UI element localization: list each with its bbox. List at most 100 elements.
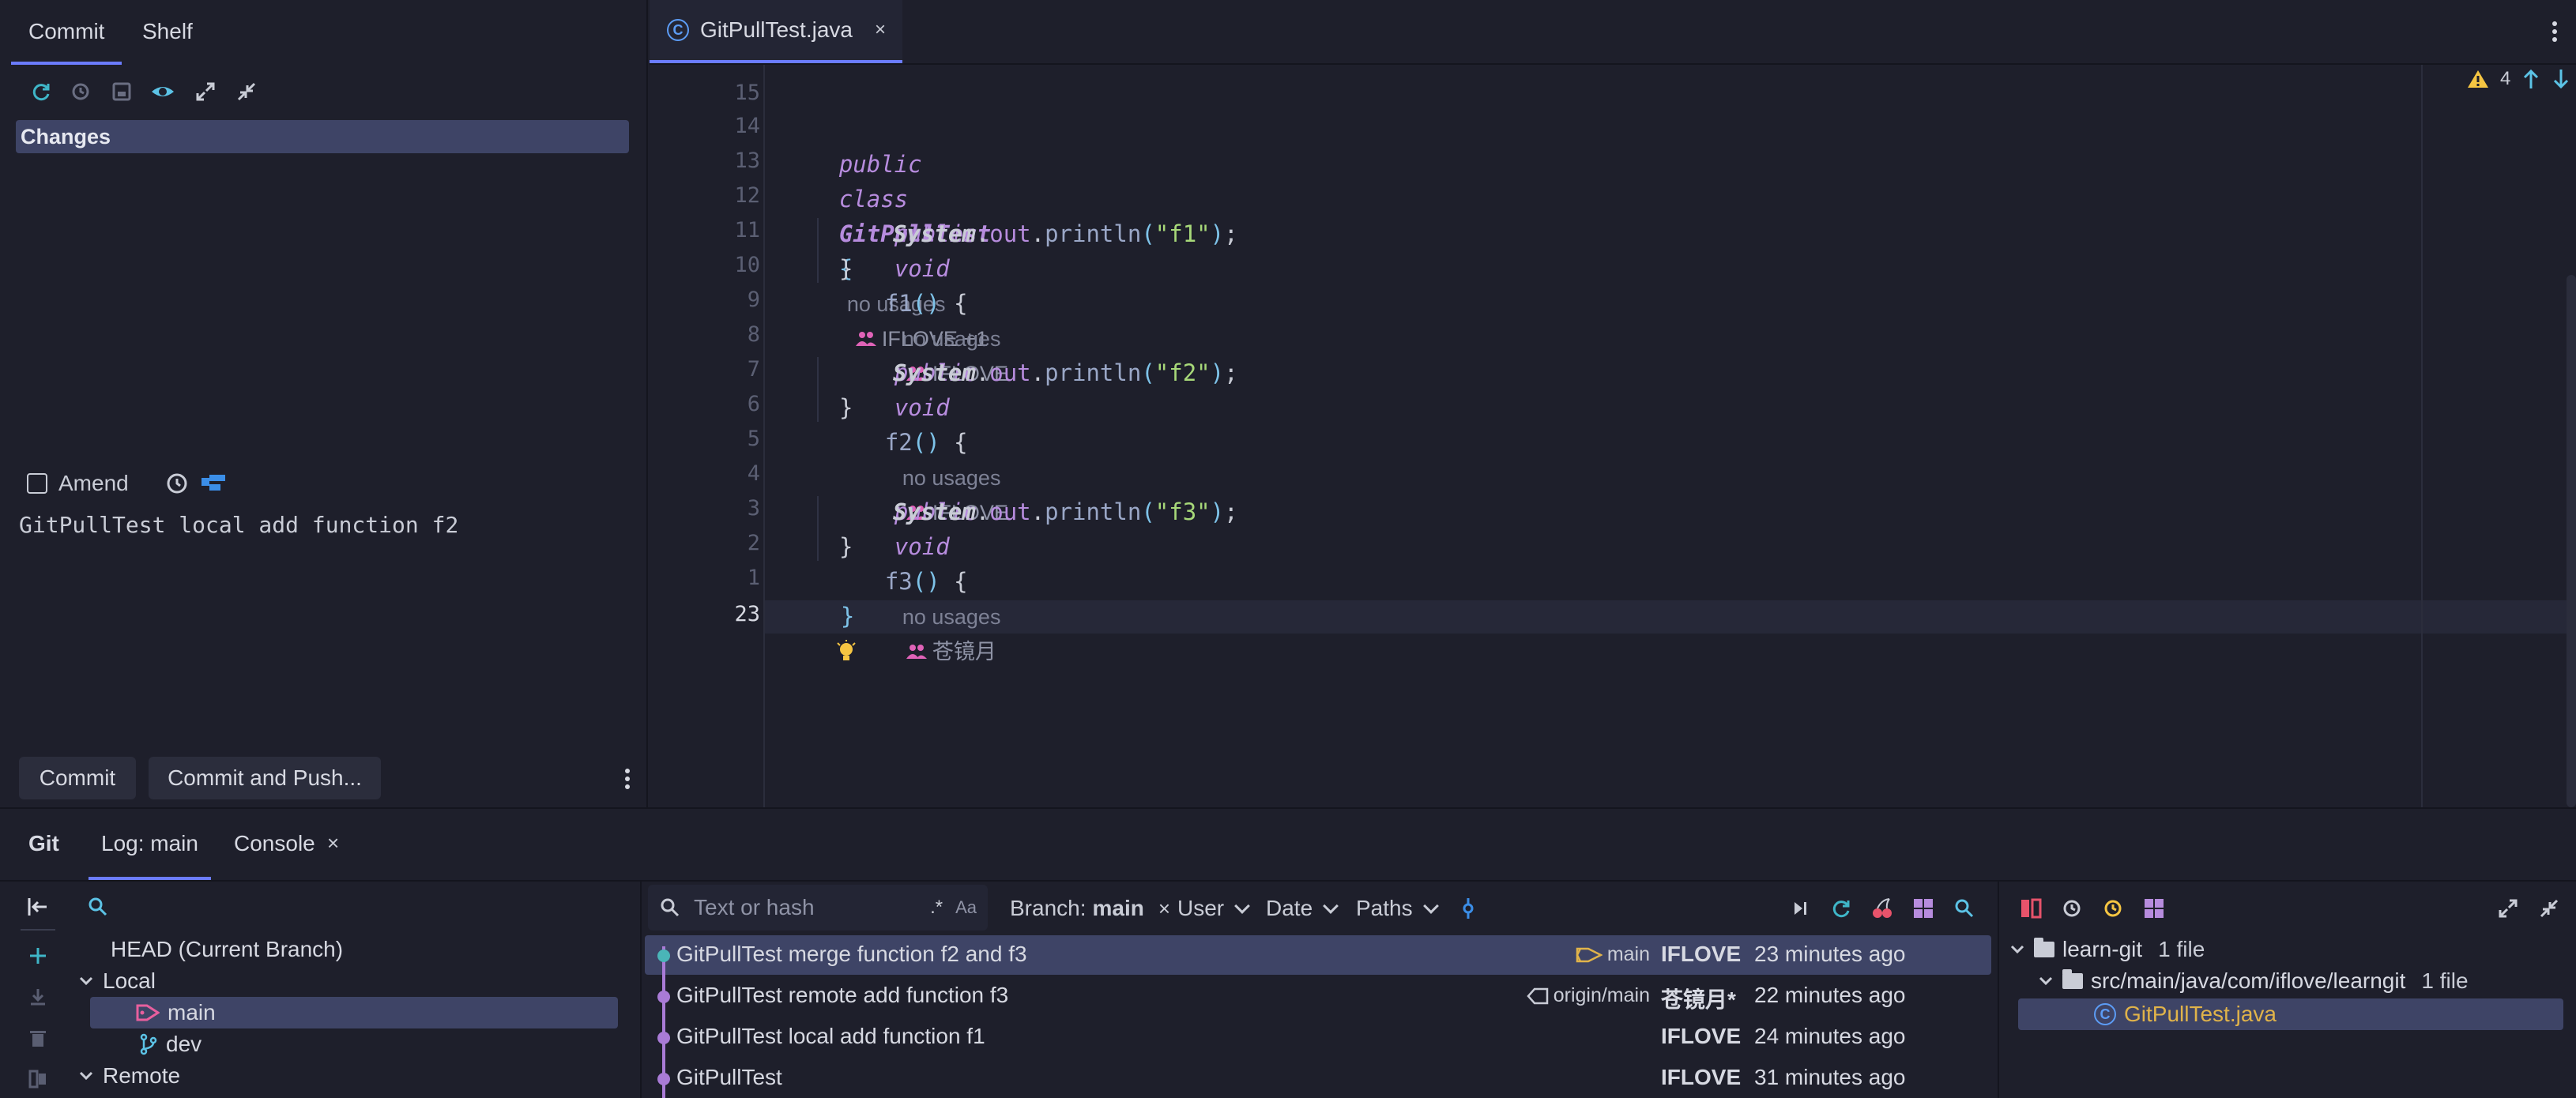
commit-author: 苍镜月* (1661, 987, 1736, 1012)
commit-row[interactable]: GitPullTest remote add function f3 origi… (645, 976, 1991, 1016)
line-number: 15 (734, 81, 760, 105)
tree-label: GitPullTest.java (2124, 1002, 2277, 1026)
more-options-icon[interactable] (613, 763, 642, 795)
cherry-pick-icon[interactable] (1868, 894, 1896, 923)
compare-icon[interactable] (24, 1065, 52, 1093)
commit-options-icon[interactable] (200, 472, 227, 495)
update-icon[interactable] (24, 983, 52, 1011)
amend-label[interactable]: Amend (58, 471, 129, 496)
shelve-icon[interactable] (106, 76, 137, 107)
commit-row[interactable]: GitPullTest local add function f1 IFLOVE… (645, 1017, 1991, 1057)
branch-search-input[interactable] (87, 891, 632, 923)
branch-filter[interactable]: Branch: main × (1010, 891, 1170, 926)
history-icon[interactable] (165, 472, 189, 495)
changes-node[interactable]: Changes (16, 120, 629, 153)
search-placeholder: Text or hash (694, 895, 815, 919)
branch-group-local[interactable]: Local (77, 965, 156, 997)
collapse-icon[interactable] (2535, 894, 2563, 923)
author-hint[interactable]: 苍镜月 (906, 634, 996, 669)
git-tool-title: Git (28, 831, 59, 855)
tab-console[interactable]: Console (221, 809, 328, 878)
group-by-icon[interactable] (2140, 894, 2168, 923)
expand-icon[interactable] (2494, 894, 2522, 923)
eye-icon[interactable] (147, 76, 179, 107)
code-line-brace[interactable]: } (765, 390, 853, 425)
code-line-brace[interactable]: } (765, 251, 853, 286)
branch-main[interactable]: main (90, 997, 618, 1028)
chevron-down-icon (1234, 898, 1251, 914)
add-branch-icon[interactable] (24, 942, 52, 970)
close-icon[interactable]: × (327, 831, 339, 855)
branch-group-remote[interactable]: Remote (77, 1060, 180, 1092)
commit-button[interactable]: Commit (19, 757, 136, 799)
code-line-f2-decl[interactable]: public void f2() { no usages IFLOVE (765, 321, 1008, 525)
search-icon[interactable] (1950, 894, 1979, 923)
log-search-input[interactable]: Text or hash .* Aa (648, 885, 988, 931)
regex-icon[interactable]: .* (930, 897, 943, 919)
clear-filter-icon[interactable]: × (1158, 891, 1170, 926)
line-number: 3 (747, 496, 760, 521)
branch-group-label: Local (103, 968, 156, 993)
close-icon[interactable]: × (875, 19, 886, 41)
commit-and-push-button[interactable]: Commit and Push... (149, 757, 381, 799)
line-number-current: 23 (734, 602, 760, 626)
collapse-icon[interactable] (231, 76, 262, 107)
tab-log-main[interactable]: Log: main (89, 809, 211, 880)
lightbulb-icon[interactable] (836, 640, 857, 665)
changes-root[interactable]: learn-git 1 file (2009, 934, 2205, 965)
editor-tab-gitpulltest[interactable]: C GitPullTest.java × (650, 0, 902, 63)
changes-folder[interactable]: src/main/java/com/iflove/learngit 1 file (2037, 965, 2469, 997)
collapse-panel-icon[interactable] (24, 893, 52, 921)
code-line-brace[interactable]: } (765, 529, 853, 564)
file-count: 1 file (2421, 968, 2469, 993)
match-case-icon[interactable]: Aa (955, 897, 977, 918)
commit-row[interactable]: GitPullTest IFLOVE 31 minutes ago (645, 1059, 1991, 1098)
arrow-down-icon[interactable] (2552, 68, 2570, 90)
tab-commit[interactable]: Commit (11, 0, 122, 65)
code-line-class[interactable]: public class GitPullTest { no usages IFL… (765, 112, 991, 351)
code-line-class-end[interactable]: } (765, 564, 857, 660)
commit-row[interactable]: GitPullTest merge function f2 and f3 mai… (645, 935, 1991, 975)
revert-icon[interactable] (2058, 894, 2086, 923)
amend-checkbox[interactable] (27, 473, 47, 494)
more-options-icon[interactable] (2543, 17, 2567, 46)
history-icon[interactable] (2099, 894, 2127, 923)
user-filter[interactable]: User (1177, 891, 1251, 926)
commit-filter-icon[interactable] (1454, 894, 1482, 923)
refresh-icon[interactable] (1827, 894, 1855, 923)
code-token: System (893, 359, 976, 386)
cherry-pick-step-icon[interactable] (1786, 894, 1814, 923)
line-number: 2 (747, 531, 760, 555)
delete-icon[interactable] (24, 1024, 52, 1052)
branch-head-label: HEAD (Current Branch) (111, 937, 344, 961)
inspections-widget[interactable]: 4 (2467, 68, 2570, 90)
rollback-icon[interactable] (65, 76, 96, 107)
changes-file-gitpulltest[interactable]: C GitPullTest.java (2018, 998, 2563, 1030)
tree-label: src/main/java/com/iflove/learngit (2091, 968, 2406, 993)
code-line-f1-body[interactable]: System.out.println("f1"); (765, 216, 1238, 251)
string-literal: "f2" (1154, 359, 1211, 386)
users-icon (906, 645, 927, 659)
code-line-f2-body[interactable]: System.out.println("f2"); (765, 355, 1238, 390)
code-line-f1-decl[interactable]: public void f1() { no usages IFLOVE (765, 182, 1008, 385)
expand-icon[interactable] (190, 76, 221, 107)
code-line-f3-body[interactable]: System.out.println("f3"); (765, 494, 1238, 529)
chevron-down-icon (2039, 976, 2053, 986)
line-number: 14 (734, 114, 760, 138)
code-token: println (1045, 220, 1142, 247)
tab-shelf[interactable]: Shelf (125, 0, 210, 63)
branch-head[interactable]: HEAD (Current Branch) (111, 934, 343, 965)
java-class-icon: C (2094, 1003, 2116, 1025)
layout-icon[interactable] (1909, 894, 1938, 923)
arrow-up-icon[interactable] (2521, 68, 2540, 90)
date-filter[interactable]: Date (1266, 891, 1339, 926)
commit-message-input[interactable]: GitPullTest local add function f2 (19, 512, 458, 538)
keyword: void (894, 255, 950, 282)
code-line-f3-decl[interactable]: public void f3() { no usages 苍镜月 (765, 460, 1001, 664)
refresh-icon[interactable] (25, 76, 57, 107)
diff-icon[interactable] (2017, 894, 2045, 923)
editor-scrollbar[interactable] (2567, 275, 2576, 807)
paths-filter[interactable]: Paths (1356, 891, 1439, 926)
usages-hint[interactable]: no usages (902, 605, 1001, 629)
branch-dev[interactable]: dev (139, 1028, 201, 1060)
